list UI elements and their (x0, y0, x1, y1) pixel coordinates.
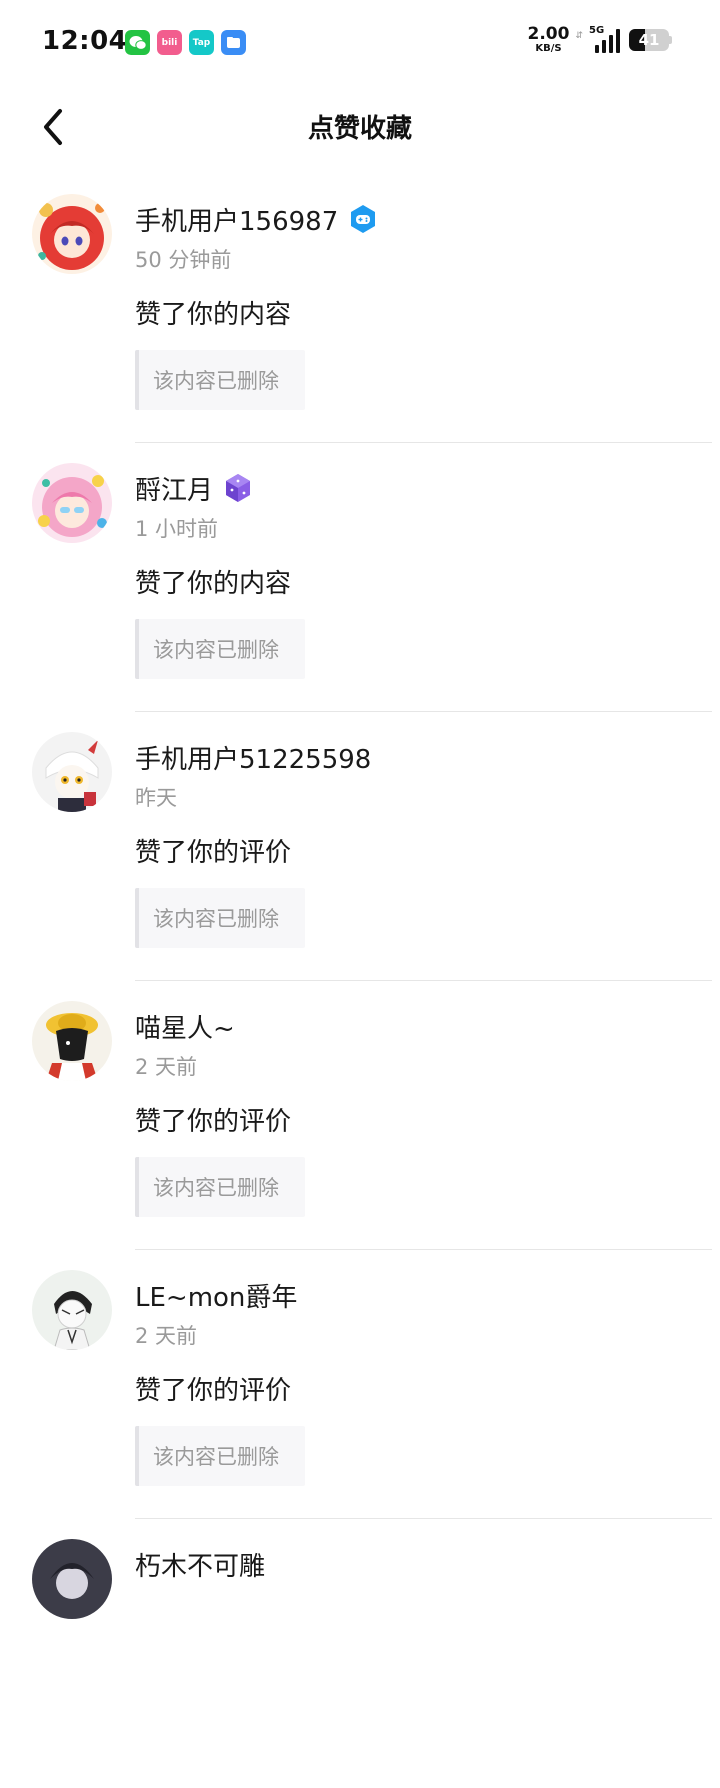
quoted-content[interactable]: 该内容已删除 (135, 888, 305, 948)
taptap-icon-label: Tap (192, 37, 211, 48)
status-time: 12:04 (42, 26, 128, 56)
wechat-icon (125, 30, 150, 55)
user-name[interactable]: 喵星人~ (135, 1008, 235, 1045)
user-name[interactable]: 手机用户156987 (135, 201, 338, 238)
action-text: 赞了你的评价 (135, 838, 292, 868)
timestamp: 昨天 (135, 786, 177, 810)
network-speed-unit: KB/S (535, 43, 562, 54)
status-indicators: 2.00 KB/S ⇵ 5G 41 (528, 25, 672, 54)
network-speed: 2.00 KB/S (528, 26, 570, 54)
avatar[interactable] (32, 1270, 112, 1350)
avatar[interactable] (32, 1539, 112, 1619)
list-item[interactable]: 朽木不可雕 (0, 1519, 720, 1788)
quoted-content[interactable]: 该内容已删除 (135, 1426, 305, 1486)
list-item[interactable]: 手机用户156987 50 分钟前 赞了你的内容 该内容已删除 (0, 174, 720, 443)
battery-level: 41 (638, 31, 660, 49)
battery-icon: 41 (629, 29, 672, 51)
timestamp: 2 天前 (135, 1055, 198, 1079)
avatar[interactable] (32, 1001, 112, 1081)
avatar[interactable] (32, 463, 112, 543)
action-text: 赞了你的内容 (135, 300, 292, 330)
files-icon (221, 30, 246, 55)
user-name[interactable]: 朽木不可雕 (135, 1546, 265, 1583)
network-type: 5G (589, 25, 605, 36)
action-text: 赞了你的内容 (135, 569, 292, 599)
avatar[interactable] (32, 732, 112, 812)
quoted-content[interactable]: 该内容已删除 (135, 1157, 305, 1217)
timestamp: 2 天前 (135, 1324, 198, 1348)
bilibili-icon: bili (157, 30, 182, 55)
list-item[interactable]: 喵星人~ 2 天前 赞了你的评价 该内容已删除 (0, 981, 720, 1250)
page-title: 点赞收藏 (307, 114, 412, 144)
data-arrows-icon: ⇵ (575, 30, 583, 41)
action-text: 赞了你的评价 (135, 1107, 292, 1137)
dice-badge-icon (223, 473, 253, 503)
taptap-icon: Tap (189, 30, 214, 55)
signal-icon: 5G (589, 25, 623, 53)
user-name[interactable]: LE~mon爵年 (135, 1277, 297, 1314)
notification-app-icons: bili Tap (125, 30, 246, 55)
list-item[interactable]: 酹江月 1 小时前 赞了你的内容 该内容已删除 (0, 443, 720, 712)
quoted-content[interactable]: 该内容已删除 (135, 350, 305, 410)
page-header: 点赞收藏 (0, 84, 720, 174)
gamepad-badge-icon (348, 204, 378, 234)
list-item[interactable]: 手机用户51225598 昨天 赞了你的评价 该内容已删除 (0, 712, 720, 981)
network-speed-value: 2.00 (527, 24, 570, 44)
bilibili-icon-label: bili (161, 37, 178, 48)
quoted-content[interactable]: 该内容已删除 (135, 619, 305, 679)
status-bar: 12:04 bili Tap 2.00 KB/S ⇵ 5G 41 (0, 0, 720, 84)
action-text: 赞了你的评价 (135, 1376, 292, 1406)
user-name[interactable]: 酹江月 (135, 470, 213, 507)
timestamp: 1 小时前 (135, 517, 219, 541)
timestamp: 50 分钟前 (135, 248, 232, 272)
list-item[interactable]: LE~mon爵年 2 天前 赞了你的评价 该内容已删除 (0, 1250, 720, 1519)
user-name[interactable]: 手机用户51225598 (135, 739, 371, 776)
avatar[interactable] (32, 194, 112, 274)
likes-feed[interactable]: 手机用户156987 50 分钟前 赞了你的内容 该内容已删除 酹江月 1 小时… (0, 174, 720, 1788)
